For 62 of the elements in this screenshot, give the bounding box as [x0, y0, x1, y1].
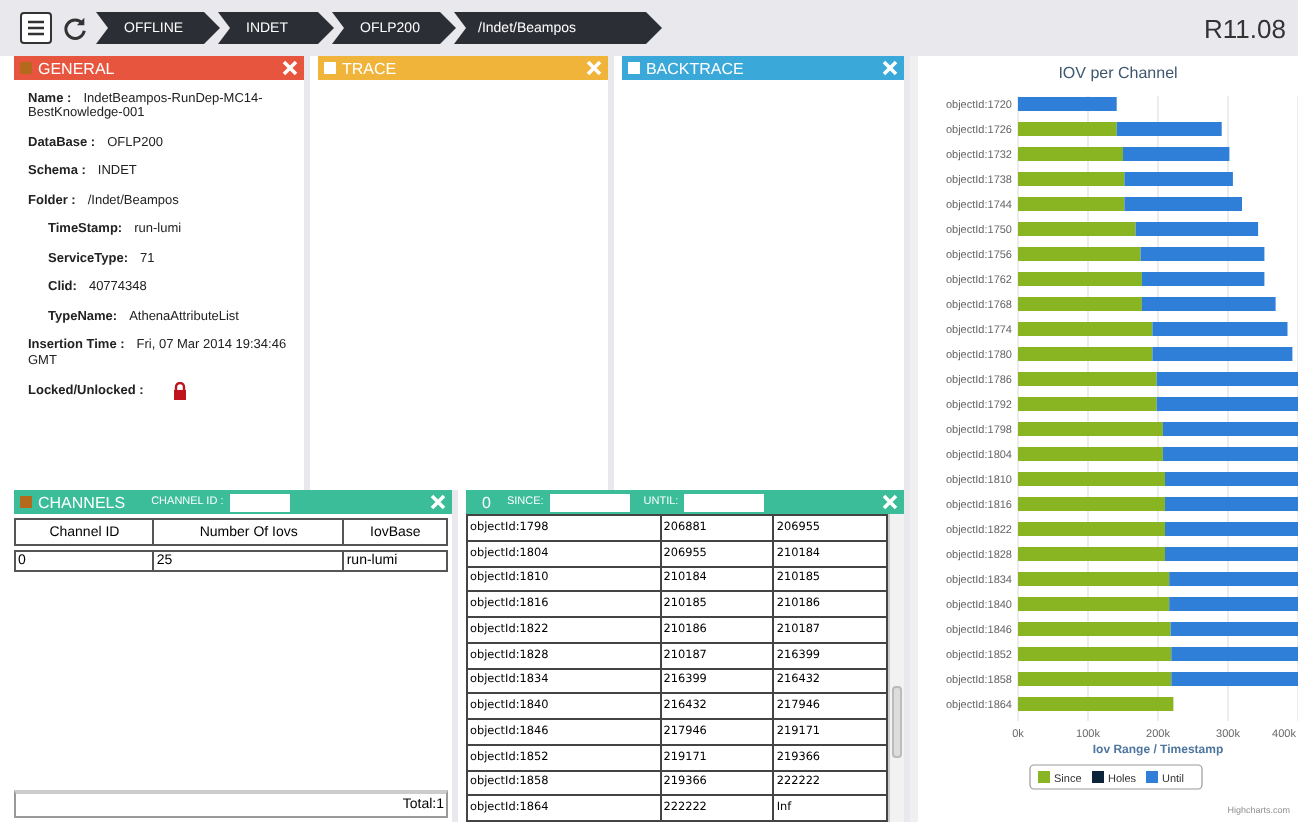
until-bar — [1124, 172, 1233, 186]
since-bar — [1018, 172, 1125, 186]
until-bar — [1169, 597, 1298, 611]
close-button[interactable] — [281, 60, 298, 76]
until-bar — [1152, 322, 1288, 336]
panel-title: CHANNELS — [38, 493, 126, 511]
until-bar — [1162, 447, 1298, 461]
release-label: R11.08 — [1204, 13, 1286, 43]
until-bar — [1165, 522, 1298, 536]
scrollbar[interactable] — [888, 514, 904, 822]
until-bar — [1018, 97, 1117, 111]
since-bar — [1018, 222, 1136, 236]
until-bar — [1124, 197, 1242, 211]
since-bar — [1018, 247, 1141, 261]
menu-button[interactable] — [20, 12, 52, 44]
refresh-button[interactable] — [58, 12, 90, 44]
until-bar — [1123, 147, 1230, 161]
panel-title: BACKTRACE — [645, 59, 744, 77]
since-bar — [1018, 347, 1153, 361]
until-bar — [1135, 222, 1259, 236]
since-field[interactable] — [549, 493, 630, 511]
until-bar — [1165, 497, 1298, 511]
since-bar — [1018, 122, 1117, 136]
close-button[interactable] — [882, 60, 898, 76]
checkbox-icon[interactable] — [323, 62, 336, 74]
since-bar — [1018, 322, 1153, 336]
since-bar — [1018, 372, 1157, 386]
close-button[interactable] — [430, 494, 446, 510]
count-label: 0 — [482, 493, 491, 511]
chart-title: IOV per Channel — [1058, 64, 1178, 82]
until-bar — [1171, 672, 1298, 686]
since-bar — [1018, 272, 1142, 286]
close-icon — [882, 60, 898, 76]
close-icon — [430, 494, 446, 510]
until-bar — [1170, 622, 1298, 636]
close-button[interactable] — [585, 60, 602, 76]
close-icon — [585, 60, 602, 76]
close-icon — [281, 60, 298, 76]
since-bar — [1018, 397, 1157, 411]
until-field[interactable] — [684, 493, 765, 511]
until-bar — [1171, 647, 1298, 661]
until-bar — [1169, 572, 1298, 586]
menu-icon — [26, 18, 46, 38]
until-bar — [1162, 422, 1298, 436]
close-icon — [882, 494, 898, 510]
until-bar — [1165, 547, 1298, 561]
since-bar — [1018, 147, 1123, 161]
close-button[interactable] — [882, 494, 898, 510]
since-bar — [1018, 297, 1142, 311]
since-bar — [1018, 197, 1125, 211]
until-bar — [1116, 122, 1222, 136]
panel-title: TRACE — [341, 59, 397, 77]
refresh-icon — [61, 15, 87, 41]
until-bar — [1140, 247, 1265, 261]
until-bar — [1141, 272, 1265, 286]
until-bar — [1165, 472, 1298, 486]
until-bar — [1141, 297, 1276, 311]
until-bar — [1156, 372, 1298, 386]
until-bar — [1156, 397, 1298, 411]
checkbox-icon[interactable] — [627, 62, 640, 74]
panel-title: GENERAL — [38, 59, 115, 77]
until-bar — [1152, 347, 1293, 361]
